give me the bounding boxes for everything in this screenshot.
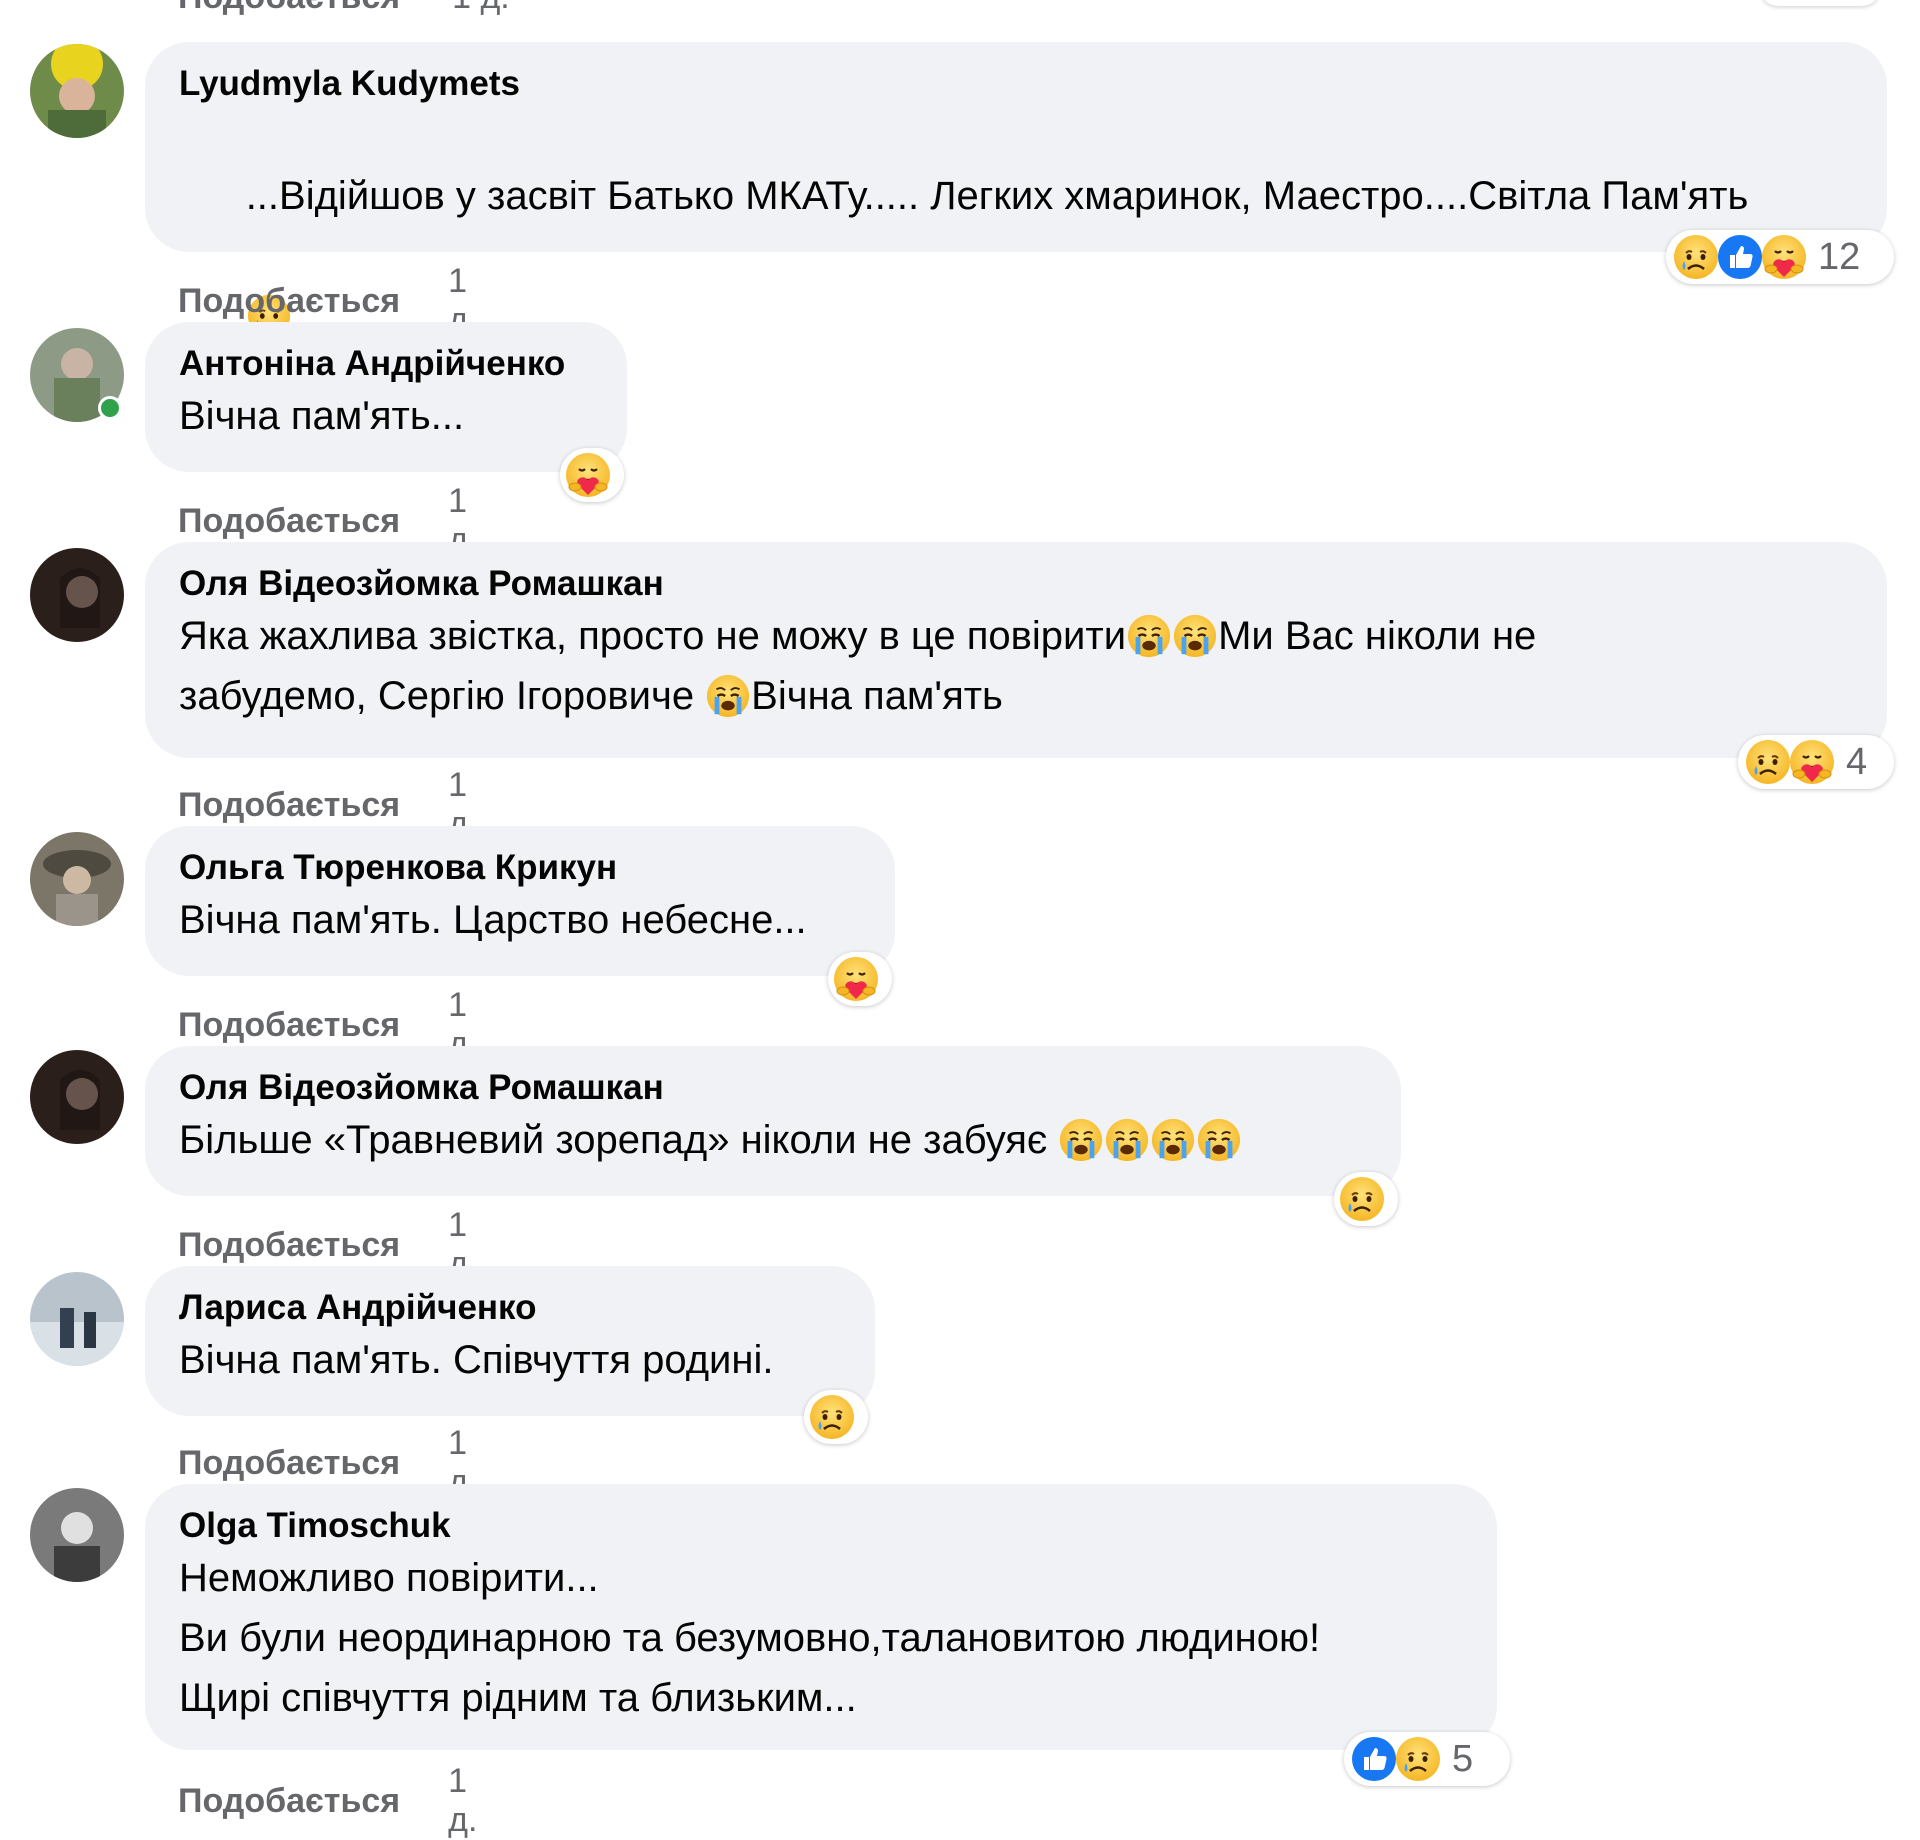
comment-bubble: Лариса Андрійченко Вічна пам'ять. Співчу… (145, 1266, 875, 1416)
like-link[interactable]: Подобається (178, 0, 400, 17)
care-icon (1760, 233, 1808, 281)
like-link[interactable]: Подобається (178, 282, 400, 321)
avatar[interactable] (30, 832, 124, 926)
like-icon (1350, 1735, 1398, 1783)
avatar[interactable] (30, 44, 124, 138)
comment-text-part: Вічна пам'ять (751, 674, 1003, 718)
comment-text: Вічна пам'ять. Співчуття родині. (179, 1338, 774, 1382)
crying-emoji-icon (1196, 1117, 1242, 1163)
comment-text-part: забудемо, Сергію Ігоровиче (179, 674, 706, 718)
comment-text: Більше «Травневий зорепад» ніколи не заб… (179, 1110, 1367, 1170)
reaction-count: 5 (1452, 1737, 1474, 1780)
comment-bubble: Оля Відеозйомка Ромашкан Більше «Травнев… (145, 1046, 1401, 1196)
comment-text-line: Ви були неординарною та безумовно,талано… (179, 1616, 1321, 1660)
comment-time[interactable]: 1 д. (448, 1762, 477, 1840)
reaction-summary[interactable]: 5 (1344, 1732, 1510, 1786)
comment-text: Неможливо повірити... Ви були неординарно… (179, 1548, 1463, 1728)
comment-author[interactable]: Лариса Андрійченко (179, 1286, 841, 1330)
reaction-summary[interactable]: 12 (1666, 230, 1894, 284)
comment-bubble: Ольга Тюренкова Крикун Вічна пам'ять. Ца… (145, 826, 895, 976)
sad-icon (1672, 233, 1720, 281)
avatar[interactable] (30, 548, 124, 642)
comment-author[interactable]: Антоніна Андрійченко (179, 342, 593, 386)
comment-text-part: Ми Вас ніколи не (1218, 614, 1537, 658)
previous-reaction-summary[interactable] (1760, 0, 1880, 6)
comment-actions: Подобається 1 д. (178, 1762, 477, 1840)
crying-emoji-icon (705, 673, 751, 719)
comment-author[interactable]: Olga Timoschuk (179, 1504, 1463, 1548)
crying-emoji-icon (1058, 1117, 1104, 1163)
crying-emoji-icon (1126, 613, 1172, 659)
reaction-count: 12 (1818, 235, 1861, 278)
avatar[interactable] (30, 1272, 124, 1366)
care-icon (832, 955, 880, 1003)
comment-text-line: Щирі співчуття рідним та близьким... (179, 1676, 857, 1720)
comment-text-content: ...Відійшов у засвіт Батько МКАТу..... Л… (245, 174, 1749, 218)
avatar[interactable] (30, 1488, 124, 1582)
comment-text-line: Неможливо повірити... (179, 1556, 599, 1600)
comment-bubble: Lyudmyla Kudymets ...Відійшов у засвіт Б… (145, 42, 1887, 252)
comment-author[interactable]: Ольга Тюренкова Крикун (179, 846, 861, 890)
like-link[interactable]: Подобається (178, 1444, 400, 1483)
comment-time[interactable]: 1 д. (452, 0, 510, 17)
comment-bubble: Антоніна Андрійченко Вічна пам'ять... (145, 322, 627, 472)
reaction-summary[interactable] (560, 448, 624, 502)
crying-emoji-icon (1104, 1117, 1150, 1163)
comment-text: Вічна пам'ять. Царство небесне... (179, 898, 807, 942)
like-link[interactable]: Подобається (178, 786, 400, 825)
comment-text: Вічна пам'ять... (179, 394, 465, 438)
like-link[interactable]: Подобається (178, 1006, 400, 1045)
crying-emoji-icon (1172, 613, 1218, 659)
comment-author[interactable]: Оля Відеозйомка Ромашкан (179, 1066, 1367, 1110)
comment-text-content: Більше «Травневий зорепад» ніколи не заб… (179, 1118, 1059, 1162)
online-status-indicator (98, 396, 122, 420)
comment-author[interactable]: Lyudmyla Kudymets (179, 62, 1853, 106)
reaction-summary[interactable] (828, 952, 892, 1006)
previous-comment-actions: Подобається 1 д. (178, 0, 510, 17)
sad-icon (1744, 738, 1792, 786)
like-link[interactable]: Подобається (178, 502, 400, 541)
reaction-summary[interactable] (804, 1390, 868, 1444)
like-icon (1716, 233, 1764, 281)
like-link[interactable]: Подобається (178, 1226, 400, 1265)
crying-emoji-icon (1150, 1117, 1196, 1163)
comment-bubble: Оля Відеозйомка Ромашкан Яка жахлива зві… (145, 542, 1887, 758)
reaction-summary[interactable] (1334, 1172, 1398, 1226)
sad-icon (1338, 1175, 1386, 1223)
sad-icon (808, 1393, 856, 1441)
like-link[interactable]: Подобається (178, 1782, 400, 1821)
care-icon (564, 451, 612, 499)
comment-text-part: Яка жахлива звістка, просто не можу в це… (179, 614, 1127, 658)
comment-text: Яка жахлива звістка, просто не можу в це… (179, 606, 1853, 726)
avatar[interactable] (30, 1050, 124, 1144)
reaction-summary[interactable]: 4 (1738, 735, 1894, 789)
reaction-count: 4 (1846, 740, 1868, 783)
comment-author[interactable]: Оля Відеозйомка Ромашкан (179, 562, 1853, 606)
comment-bubble: Olga Timoschuk Неможливо повірити... Ви б… (145, 1484, 1497, 1750)
care-icon (1788, 738, 1836, 786)
sad-icon (1394, 1735, 1442, 1783)
